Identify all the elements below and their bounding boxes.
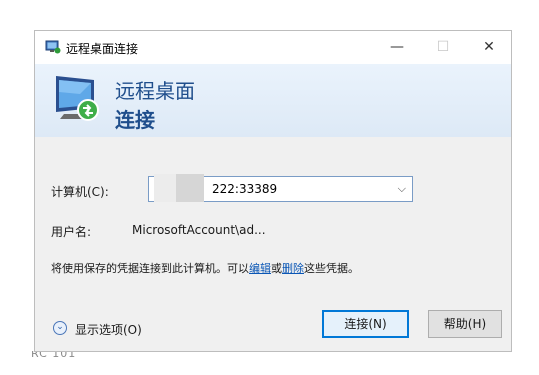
notice-prefix: 将使用保存的凭据连接到此计算机。可以 bbox=[51, 262, 249, 275]
show-options-button[interactable]: 显示选项(O) bbox=[75, 321, 142, 338]
redaction-block bbox=[176, 174, 204, 202]
chevron-down-icon[interactable]: ⌄ bbox=[53, 321, 67, 335]
connect-button[interactable]: 连接(N) bbox=[322, 310, 409, 338]
app-icon bbox=[45, 40, 61, 54]
notice-suffix: 这些凭据。 bbox=[304, 262, 359, 275]
close-button[interactable]: ✕ bbox=[466, 31, 511, 64]
computer-label: 计算机(C): bbox=[51, 185, 109, 199]
chevron-down-icon[interactable]: ⌵ bbox=[398, 182, 406, 196]
credentials-notice: 将使用保存的凭据连接到此计算机。可以编辑或删除这些凭据。 bbox=[51, 260, 359, 276]
banner-title: 远程桌面 bbox=[115, 79, 195, 103]
window-title: 远程桌面连接 bbox=[66, 42, 139, 56]
edit-credentials-link[interactable]: 编辑 bbox=[249, 262, 271, 275]
remote-desktop-icon bbox=[56, 76, 99, 121]
redaction-block bbox=[154, 174, 176, 202]
remote-desktop-window: 远程桌面连接 — ☐ ✕ 远程桌面 连接 计算机(C): 222:33389 ⌵… bbox=[34, 30, 512, 352]
username-label: 用户名: bbox=[51, 225, 92, 239]
notice-or: 或 bbox=[271, 262, 282, 275]
help-button[interactable]: 帮助(H) bbox=[428, 310, 502, 338]
delete-credentials-link[interactable]: 删除 bbox=[282, 262, 304, 275]
maximize-button[interactable]: ☐ bbox=[420, 31, 466, 64]
title-bar[interactable]: 远程桌面连接 — ☐ ✕ bbox=[35, 31, 511, 64]
header-banner: 远程桌面 连接 bbox=[35, 64, 511, 137]
username-value: MicrosoftAccount\ad... bbox=[132, 223, 266, 237]
banner-subtitle: 连接 bbox=[115, 108, 155, 132]
computer-input[interactable]: 222:33389 bbox=[212, 182, 277, 196]
background-text: RC 101 bbox=[31, 351, 77, 360]
computer-combobox[interactable]: 222:33389 ⌵ bbox=[148, 174, 413, 202]
minimize-button[interactable]: — bbox=[374, 31, 420, 64]
